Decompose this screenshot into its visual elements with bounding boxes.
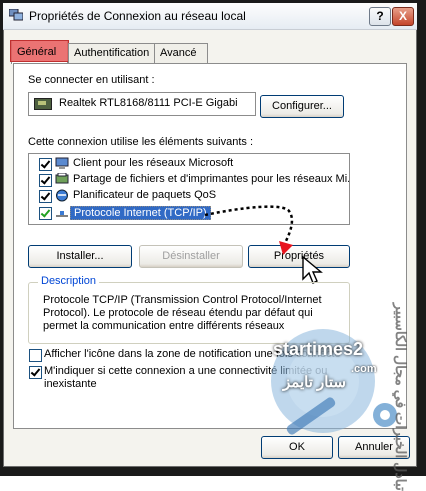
client-network-icon: [55, 157, 69, 169]
protocol-icon: [56, 211, 68, 217]
file-printer-sharing-icon: [55, 173, 69, 184]
notify-checkbox[interactable]: [29, 349, 42, 362]
tab-general-label: Général: [17, 46, 57, 58]
help-button[interactable]: ?: [369, 7, 391, 26]
configure-button[interactable]: Configurer...: [260, 95, 344, 118]
tab-advanced[interactable]: Avancé: [154, 43, 208, 63]
network-card-icon: [34, 98, 52, 110]
notify-label: Afficher l'icône dans la zone de notific…: [44, 348, 341, 360]
mouse-cursor-icon: [302, 255, 323, 284]
window-title: Propriétés de Connexion au réseau local: [29, 9, 246, 23]
description-title: Description: [38, 275, 100, 287]
title-bar[interactable]: Propriétés de Connexion au réseau local …: [3, 3, 417, 30]
tab-general[interactable]: Général: [10, 40, 69, 64]
close-button[interactable]: X: [392, 7, 414, 26]
network-connection-icon: [9, 9, 23, 21]
list-item[interactable]: Partage de fichiers et d'imprimantes pou…: [29, 172, 349, 188]
item-checkbox[interactable]: [39, 207, 52, 220]
item-label: Planificateur de paquets QoS: [73, 189, 217, 201]
item-checkbox[interactable]: [39, 174, 52, 187]
items-label: Cette connexion utilise les éléments sui…: [28, 136, 254, 148]
watermark-arabic-text: تبادل الخبرات في مجال الكاسبير: [393, 303, 409, 491]
qos-scheduler-icon: [56, 189, 68, 202]
limited-connectivity-label: M'indiquer si cette connexion a une conn…: [44, 365, 328, 390]
install-button[interactable]: Installer...: [28, 245, 132, 268]
properties-dialog: Propriétés de Connexion au réseau local …: [3, 3, 417, 491]
annotation-arrow: [204, 205, 294, 255]
item-checkbox[interactable]: [39, 190, 52, 203]
item-checkbox[interactable]: [39, 158, 52, 171]
tab-authentication[interactable]: Authentification: [68, 43, 160, 63]
tab-advanced-label: Avancé: [160, 47, 197, 59]
connect-using-label: Se connecter en utilisant :: [28, 74, 155, 86]
limited-connectivity-checkbox[interactable]: [29, 366, 42, 379]
description-text: Protocole TCP/IP (Transmission Control P…: [43, 294, 322, 334]
item-label: Client pour les réseaux Microsoft: [73, 157, 234, 169]
list-item[interactable]: Client pour les réseaux Microsoft: [29, 156, 349, 172]
adapter-name: Realtek RTL8168/8111 PCI-E Gigabi: [59, 97, 238, 109]
item-label: Partage de fichiers et d'imprimantes pou…: [73, 173, 350, 185]
item-label: Protocole Internet (TCP/IP): [70, 206, 211, 220]
tab-authentication-label: Authentification: [74, 47, 150, 59]
adapter-field: Realtek RTL8168/8111 PCI-E Gigabi: [28, 92, 256, 116]
ok-button[interactable]: OK: [261, 436, 333, 459]
